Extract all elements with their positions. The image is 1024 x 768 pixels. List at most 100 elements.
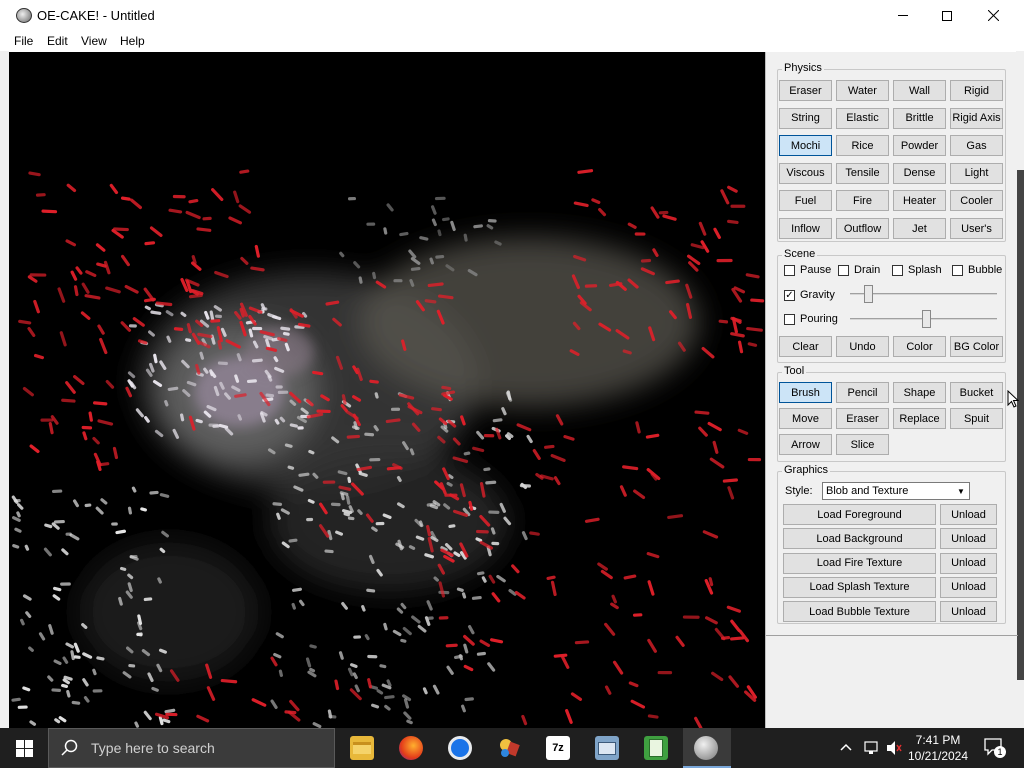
tool-replace-button[interactable]: Replace <box>893 408 946 429</box>
bubble-check-box[interactable] <box>952 264 963 276</box>
panel-divider <box>766 635 1018 636</box>
firefox-icon[interactable] <box>399 736 423 760</box>
physics-mochi-button[interactable]: Mochi <box>779 135 832 157</box>
simulation-canvas[interactable] <box>9 52 765 728</box>
load-background-button[interactable]: Load Background <box>783 528 936 550</box>
bubble-label: Bubble <box>968 264 1003 276</box>
tool-arrow-button[interactable]: Arrow <box>779 434 832 455</box>
chevron-down-icon[interactable]: ▼ <box>954 484 968 498</box>
taskbar-search-box[interactable]: Type here to search <box>48 728 335 768</box>
pause-checkbox[interactable]: Pause <box>784 264 831 276</box>
physics-eraser-button[interactable]: Eraser <box>779 80 832 101</box>
bg-color-button[interactable]: BG Color <box>950 336 1003 357</box>
drain-check-box[interactable] <box>838 264 849 276</box>
physics-light-button[interactable]: Light <box>950 162 1003 184</box>
pouring-slider-thumb[interactable] <box>922 310 932 328</box>
maximize-icon <box>942 10 952 21</box>
pouring-checkbox[interactable]: Pouring <box>784 313 838 325</box>
physics-brittle-button[interactable]: Brittle <box>893 107 946 129</box>
file-explorer-icon[interactable] <box>350 736 374 760</box>
clock[interactable]: 7:41 PM 10/21/2024 <box>900 732 976 764</box>
physics-heater-button[interactable]: Heater <box>893 190 946 212</box>
start-button[interactable] <box>0 728 48 768</box>
drain-checkbox[interactable]: Drain <box>838 264 880 276</box>
physics-string-button[interactable]: String <box>779 107 832 129</box>
tool-spuit-button[interactable]: Spuit <box>950 408 1003 429</box>
chevron-up-icon[interactable] <box>840 742 852 752</box>
splash-label: Splash <box>908 264 942 276</box>
physics-viscous-button[interactable]: Viscous <box>779 162 832 184</box>
tool-brush-button[interactable]: Brush <box>779 382 832 403</box>
physics-water-button[interactable]: Water <box>836 80 889 101</box>
load-splash-texture-button[interactable]: Load Splash Texture <box>783 576 936 598</box>
close-button[interactable] <box>970 0 1016 31</box>
load-foreground-button[interactable]: Load Foreground <box>783 504 936 525</box>
tool-bucket-button[interactable]: Bucket <box>950 382 1003 403</box>
unload-5-button[interactable]: Unload <box>940 601 997 623</box>
physics-tensile-button[interactable]: Tensile <box>836 162 889 184</box>
physics-outflow-button[interactable]: Outflow <box>836 218 889 239</box>
menu-view[interactable]: View <box>81 34 107 48</box>
physics-inflow-button[interactable]: Inflow <box>779 218 832 239</box>
menu-help[interactable]: Help <box>120 34 145 48</box>
notification-button[interactable]: 1 <box>984 738 1006 758</box>
load-fire-texture-button[interactable]: Load Fire Texture <box>783 552 936 574</box>
bubble-checkbox[interactable]: Bubble <box>952 264 1002 276</box>
unload-2-button[interactable]: Unload <box>940 528 997 550</box>
unload-1-button[interactable]: Unload <box>940 504 997 525</box>
splash-check-box[interactable] <box>892 264 903 276</box>
search-icon <box>61 739 78 756</box>
windows-logo-icon <box>15 739 33 757</box>
minimize-button[interactable] <box>880 0 926 31</box>
tool-move-button[interactable]: Move <box>779 408 832 429</box>
scene-label: Scene <box>782 248 818 260</box>
physics-powder-button[interactable]: Powder <box>893 135 946 157</box>
notepad-icon[interactable] <box>644 736 668 760</box>
picture-viewer-icon[interactable] <box>595 736 619 760</box>
tool-pencil-button[interactable]: Pencil <box>836 382 889 403</box>
pouring-label: Pouring <box>800 313 838 325</box>
menu-file[interactable]: File <box>14 34 33 48</box>
menu-edit[interactable]: Edit <box>47 34 68 48</box>
physics-rigid-axis-button[interactable]: Rigid Axis <box>950 107 1003 129</box>
drain-label: Drain <box>854 264 881 276</box>
gravity-checkbox[interactable]: ✓ Gravity <box>784 289 835 301</box>
gravity-check-box[interactable]: ✓ <box>784 289 795 301</box>
tool-eraser-button[interactable]: Eraser <box>836 408 889 429</box>
physics-label: Physics <box>782 62 824 74</box>
maximize-button[interactable] <box>924 0 970 31</box>
pause-check-box[interactable] <box>784 264 795 276</box>
7zip-icon[interactable]: 7z <box>546 736 570 760</box>
clear-button[interactable]: Clear <box>779 336 832 357</box>
notification-count-badge: 1 <box>994 746 1006 758</box>
oe-cake-icon[interactable] <box>694 736 718 760</box>
splash-checkbox[interactable]: Splash <box>892 264 942 276</box>
physics-rice-button[interactable]: Rice <box>836 135 889 157</box>
pouring-check-box[interactable] <box>784 313 795 325</box>
window-title: OE-CAKE! - Untitled <box>37 8 155 23</box>
physics-rigid-button[interactable]: Rigid <box>950 80 1003 101</box>
physics-dense-button[interactable]: Dense <box>893 162 946 184</box>
unload-4-button[interactable]: Unload <box>940 576 997 598</box>
network-icon[interactable] <box>864 740 880 756</box>
gravity-label: Gravity <box>800 289 835 301</box>
tool-slice-button[interactable]: Slice <box>836 434 889 455</box>
load-bubble-texture-button[interactable]: Load Bubble Texture <box>783 601 936 623</box>
physics-cooler-button[interactable]: Cooler <box>950 190 1003 212</box>
chrome-icon[interactable] <box>448 736 472 760</box>
physics-fuel-button[interactable]: Fuel <box>779 190 832 212</box>
physics-user-s-button[interactable]: User's <box>950 218 1003 239</box>
physics-jet-button[interactable]: Jet <box>893 218 946 239</box>
color-button[interactable]: Color <box>893 336 946 357</box>
tool-label: Tool <box>782 365 807 377</box>
tool-shape-button[interactable]: Shape <box>893 382 946 403</box>
physics-wall-button[interactable]: Wall <box>893 80 946 101</box>
physics-elastic-button[interactable]: Elastic <box>836 107 889 129</box>
physics-gas-button[interactable]: Gas <box>950 135 1003 157</box>
paint-app-icon[interactable] <box>497 736 521 760</box>
gravity-slider-thumb[interactable] <box>863 285 873 303</box>
undo-button[interactable]: Undo <box>836 336 889 357</box>
style-select[interactable]: Blob and Texture ▼ <box>822 482 970 500</box>
physics-fire-button[interactable]: Fire <box>836 190 889 212</box>
unload-3-button[interactable]: Unload <box>940 552 997 574</box>
